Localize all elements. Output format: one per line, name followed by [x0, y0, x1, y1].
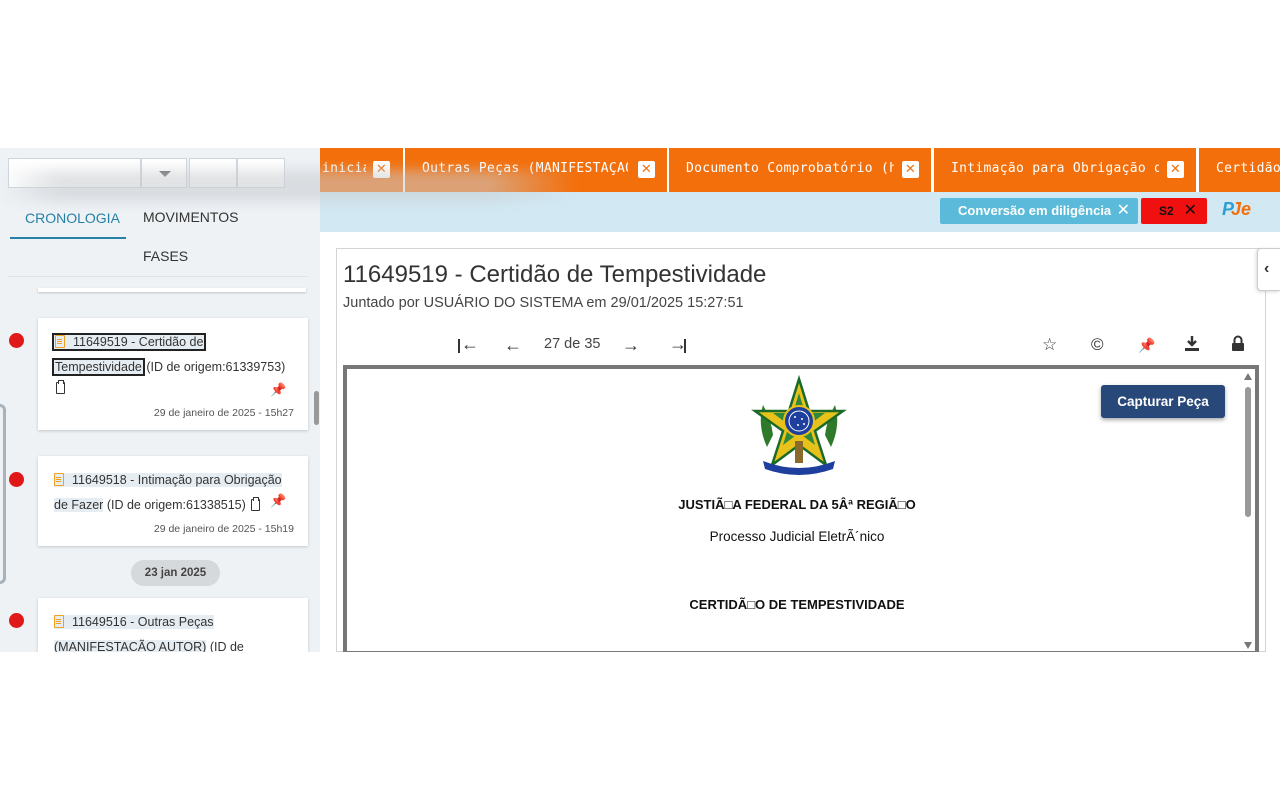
clipboard-icon[interactable]	[56, 380, 65, 394]
close-icon[interactable]: ✕	[373, 161, 390, 178]
document-subtitle: Juntado por USUÁRIO DO SISTEMA em 29/01/…	[343, 295, 744, 311]
s2-chip-label: S2	[1159, 204, 1174, 218]
doc-tab[interactable]: inicial ✕	[320, 148, 403, 192]
doc-link-cont[interactable]: Tempestividade	[52, 358, 145, 376]
document-tabs: inicial ✕ Outras Peças (MANIFESTAÇÃO ✕ D…	[320, 148, 1280, 192]
pin-icon[interactable]: 📌	[270, 493, 286, 509]
close-icon[interactable]: ✕	[902, 161, 919, 178]
s2-chip[interactable]: S2 ✕	[1141, 198, 1207, 224]
timeline-dot	[9, 472, 24, 487]
filter-input[interactable]	[8, 158, 141, 188]
doc-link[interactable]: 11649516 - Outras Peças	[54, 615, 214, 629]
left-control-button-1[interactable]	[189, 158, 237, 188]
copyright-icon[interactable]: ©	[1091, 335, 1104, 355]
tabs-divider	[8, 276, 308, 277]
left-scrollbar[interactable]	[314, 391, 319, 425]
prev-page-icon[interactable]: ←	[504, 335, 522, 356]
document-title: 11649519 - Certidão de Tempestividade	[343, 261, 767, 288]
card-title: 11649516 - Outras Peças (MANIFESTACÃO AU…	[54, 610, 294, 652]
doc-link-cont[interactable]: de Fazer	[54, 498, 104, 512]
document-court-line: JUSTIÃ□A FEDERAL DA 5Âª REGIÃ□O	[678, 497, 916, 512]
doc-tab[interactable]: Intimação para Obrigação de Fa ✕	[934, 148, 1196, 192]
timeline-list: 11649519 - Certidão de Tempestividade (I…	[0, 288, 320, 652]
download-icon[interactable]	[1184, 335, 1200, 357]
left-control-button-2[interactable]	[237, 158, 285, 188]
scroll-down-icon[interactable]	[1244, 642, 1252, 649]
origin-id: (ID de	[209, 640, 244, 652]
coat-of-arms-image	[751, 375, 847, 475]
last-page-icon[interactable]: →	[669, 335, 687, 353]
timeline-card[interactable]: 11649518 - Intimação para Obrigação de F…	[38, 456, 308, 546]
card-title: 11649518 - Intimação para Obrigação de F…	[54, 468, 294, 518]
clipboard-icon[interactable]	[251, 497, 261, 511]
close-icon[interactable]: ✕	[1184, 198, 1197, 224]
timeline-dot	[9, 613, 24, 628]
doc-tab-label: Intimação para Obrigação de Fa	[951, 161, 1159, 176]
tab-fases[interactable]: FASES	[143, 248, 188, 264]
pje-logo[interactable]: PJe	[1222, 199, 1251, 221]
close-icon[interactable]: ✕	[1117, 198, 1130, 224]
doc-link[interactable]: 11649518 - Intimação para Obrigação	[54, 473, 282, 487]
active-tab-indicator	[10, 237, 126, 239]
doc-link-cont[interactable]: (MANIFESTACÃO AUTOR)	[54, 640, 207, 652]
document-icon	[54, 473, 64, 486]
card-date: 29 de janeiro de 2025 - 15h19	[153, 523, 294, 535]
doc-tab[interactable]: Documento Comprobatório (hist ✕	[669, 148, 931, 192]
first-page-icon[interactable]: ←	[457, 335, 479, 353]
left-panel: CRONOLOGIA MOVIMENTOS FASES 11649519 - C…	[0, 148, 320, 652]
card-date: 29 de janeiro de 2025 - 15h27	[153, 407, 294, 419]
doc-link[interactable]: 11649519 - Certidão de	[51, 333, 207, 351]
date-separator: 23 jan 2025	[131, 560, 220, 586]
left-edge-handle[interactable]	[0, 404, 6, 584]
star-icon[interactable]: ☆	[1042, 335, 1057, 355]
collapse-panel-button[interactable]: ‹	[1257, 248, 1280, 291]
doc-tab-label: Outras Peças (MANIFESTAÇÃO	[422, 161, 628, 176]
timeline-dot	[9, 333, 24, 348]
doc-tab-label: inicial	[322, 161, 366, 176]
lock-icon[interactable]	[1231, 335, 1245, 357]
caret-down-icon	[159, 171, 171, 177]
doc-tab[interactable]: Outras Peças (MANIFESTAÇÃO ✕	[405, 148, 667, 192]
pin-icon[interactable]: 📌	[1138, 337, 1155, 354]
document-process-line: Processo Judicial EletrÃ´nico	[709, 529, 885, 544]
doc-tab[interactable]: Certidão de	[1199, 148, 1280, 192]
scroll-thumb[interactable]	[1245, 387, 1251, 517]
origin-id: (ID de origem:61338515)	[106, 498, 246, 512]
pdf-icon	[54, 615, 64, 628]
scroll-up-icon[interactable]	[1244, 373, 1252, 380]
document-panel: 11649519 - Certidão de Tempestividade Ju…	[336, 248, 1266, 652]
conversion-chip-label: Conversão em diligência	[958, 203, 1112, 218]
doc-tab-label: Documento Comprobatório (hist	[686, 161, 894, 176]
document-viewer[interactable]: JUSTIÃ□A FEDERAL DA 5Âª REGIÃ□O Processo…	[343, 365, 1259, 652]
document-icon	[55, 335, 65, 348]
document-toolbar: Conversão em diligência ✕ S2 ✕ PJe	[320, 192, 1280, 232]
app-viewport: CRONOLOGIA MOVIMENTOS FASES 11649519 - C…	[0, 148, 1280, 652]
timeline-card[interactable]: 11649516 - Outras Peças (MANIFESTACÃO AU…	[38, 598, 308, 652]
tab-cronologia[interactable]: CRONOLOGIA	[25, 210, 120, 226]
chevron-left-icon: ‹	[1264, 260, 1270, 277]
next-page-icon[interactable]: →	[622, 335, 640, 356]
pin-icon[interactable]: 📌	[270, 382, 286, 398]
capture-piece-button[interactable]: Capturar Peça	[1101, 385, 1225, 418]
close-icon[interactable]: ✕	[1167, 161, 1184, 178]
viewer-scrollbar[interactable]	[1243, 373, 1253, 649]
doc-tab-label: Certidão de	[1216, 161, 1280, 176]
conversion-chip[interactable]: Conversão em diligência ✕	[940, 198, 1138, 224]
origin-id: (ID de origem:61339753)	[146, 360, 286, 374]
close-icon[interactable]: ✕	[638, 161, 655, 178]
document-heading: CERTIDÃ□O DE TEMPESTIVIDADE	[689, 597, 905, 612]
tab-movimentos[interactable]: MOVIMENTOS	[143, 209, 238, 225]
card-title: 11649519 - Certidão de Tempestividade (I…	[51, 330, 294, 380]
timeline-card[interactable]: 11649519 - Certidão de Tempestividade (I…	[38, 318, 308, 430]
filter-dropdown-button[interactable]	[141, 158, 187, 188]
page-indicator: 27 de 35	[544, 336, 601, 352]
previous-card-stub	[38, 288, 306, 292]
